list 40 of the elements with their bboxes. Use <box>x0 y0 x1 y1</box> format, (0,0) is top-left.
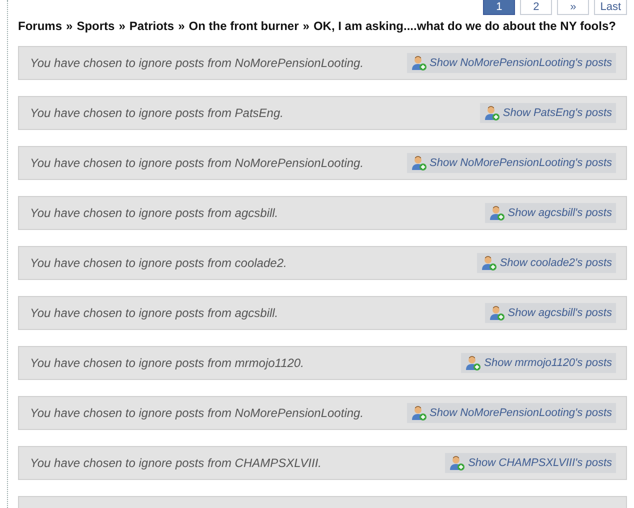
ignore-message: You have chosen to ignore posts from NoMorePensionLooting. <box>30 56 364 70</box>
ignore-message: You have chosen to ignore posts from agcsbill. <box>30 306 278 320</box>
breadcrumb-separator: » <box>178 19 185 33</box>
show-posts-button[interactable]: Show NoMorePensionLooting's posts <box>406 153 616 173</box>
breadcrumb-link[interactable]: OK, I am asking....what do we do about the NY fools? <box>313 19 616 33</box>
show-posts-button[interactable]: Show CHAMPSXLVIII's posts <box>445 453 616 473</box>
breadcrumb-link[interactable]: Patriots <box>129 19 174 33</box>
ignore-message: You have chosen to ignore posts from PatsEng. <box>30 106 284 120</box>
user-add-icon <box>488 305 505 321</box>
ignore-message: You have chosen to ignore posts from agcsbill. <box>30 206 278 220</box>
ignore-message: You have chosen to ignore posts from mrmojo1120. <box>30 356 304 370</box>
show-posts-button[interactable]: Show NoMorePensionLooting's posts <box>406 53 616 73</box>
show-posts-button[interactable]: Show PatsEng's posts <box>480 103 616 123</box>
ignore-message: You have chosen to ignore posts from NoMorePensionLooting. <box>30 406 364 420</box>
page-link[interactable]: » <box>557 0 590 15</box>
page-link[interactable]: 2 <box>520 0 552 15</box>
show-posts-button[interactable]: Show mrmojo1120's posts <box>461 353 616 373</box>
ignore-message: You have chosen to ignore posts from CHAMPSXLVIII. <box>30 456 322 470</box>
breadcrumb-link[interactable]: Forums <box>18 19 62 33</box>
show-posts-button[interactable]: Show NoMorePensionLooting's posts <box>406 403 616 423</box>
user-add-icon <box>410 155 427 171</box>
page-link[interactable]: Last <box>594 0 627 15</box>
show-posts-button[interactable]: Show agcsbill's posts <box>484 303 616 323</box>
breadcrumb-separator: » <box>118 19 126 33</box>
user-add-icon <box>410 405 427 421</box>
breadcrumb-link[interactable]: Sports <box>76 19 115 33</box>
user-add-icon <box>488 205 505 221</box>
user-add-icon <box>484 105 500 121</box>
ignore-message: You have chosen to ignore posts from NoMorePensionLooting. <box>30 156 364 170</box>
user-add-icon <box>480 255 497 271</box>
user-add-icon <box>410 55 427 71</box>
show-posts-button[interactable]: Show agcsbill's posts <box>484 203 616 223</box>
ignore-message: You have chosen to ignore posts from coolade2. <box>30 256 287 270</box>
show-posts-button[interactable]: Show coolade2's posts <box>476 253 616 273</box>
user-add-icon <box>465 355 482 371</box>
user-add-icon <box>449 455 466 471</box>
page-link[interactable]: 1 <box>483 0 516 15</box>
breadcrumb-separator: » <box>302 19 310 33</box>
breadcrumb-link[interactable]: On the front burner <box>188 19 299 33</box>
breadcrumb-separator: » <box>66 19 73 33</box>
